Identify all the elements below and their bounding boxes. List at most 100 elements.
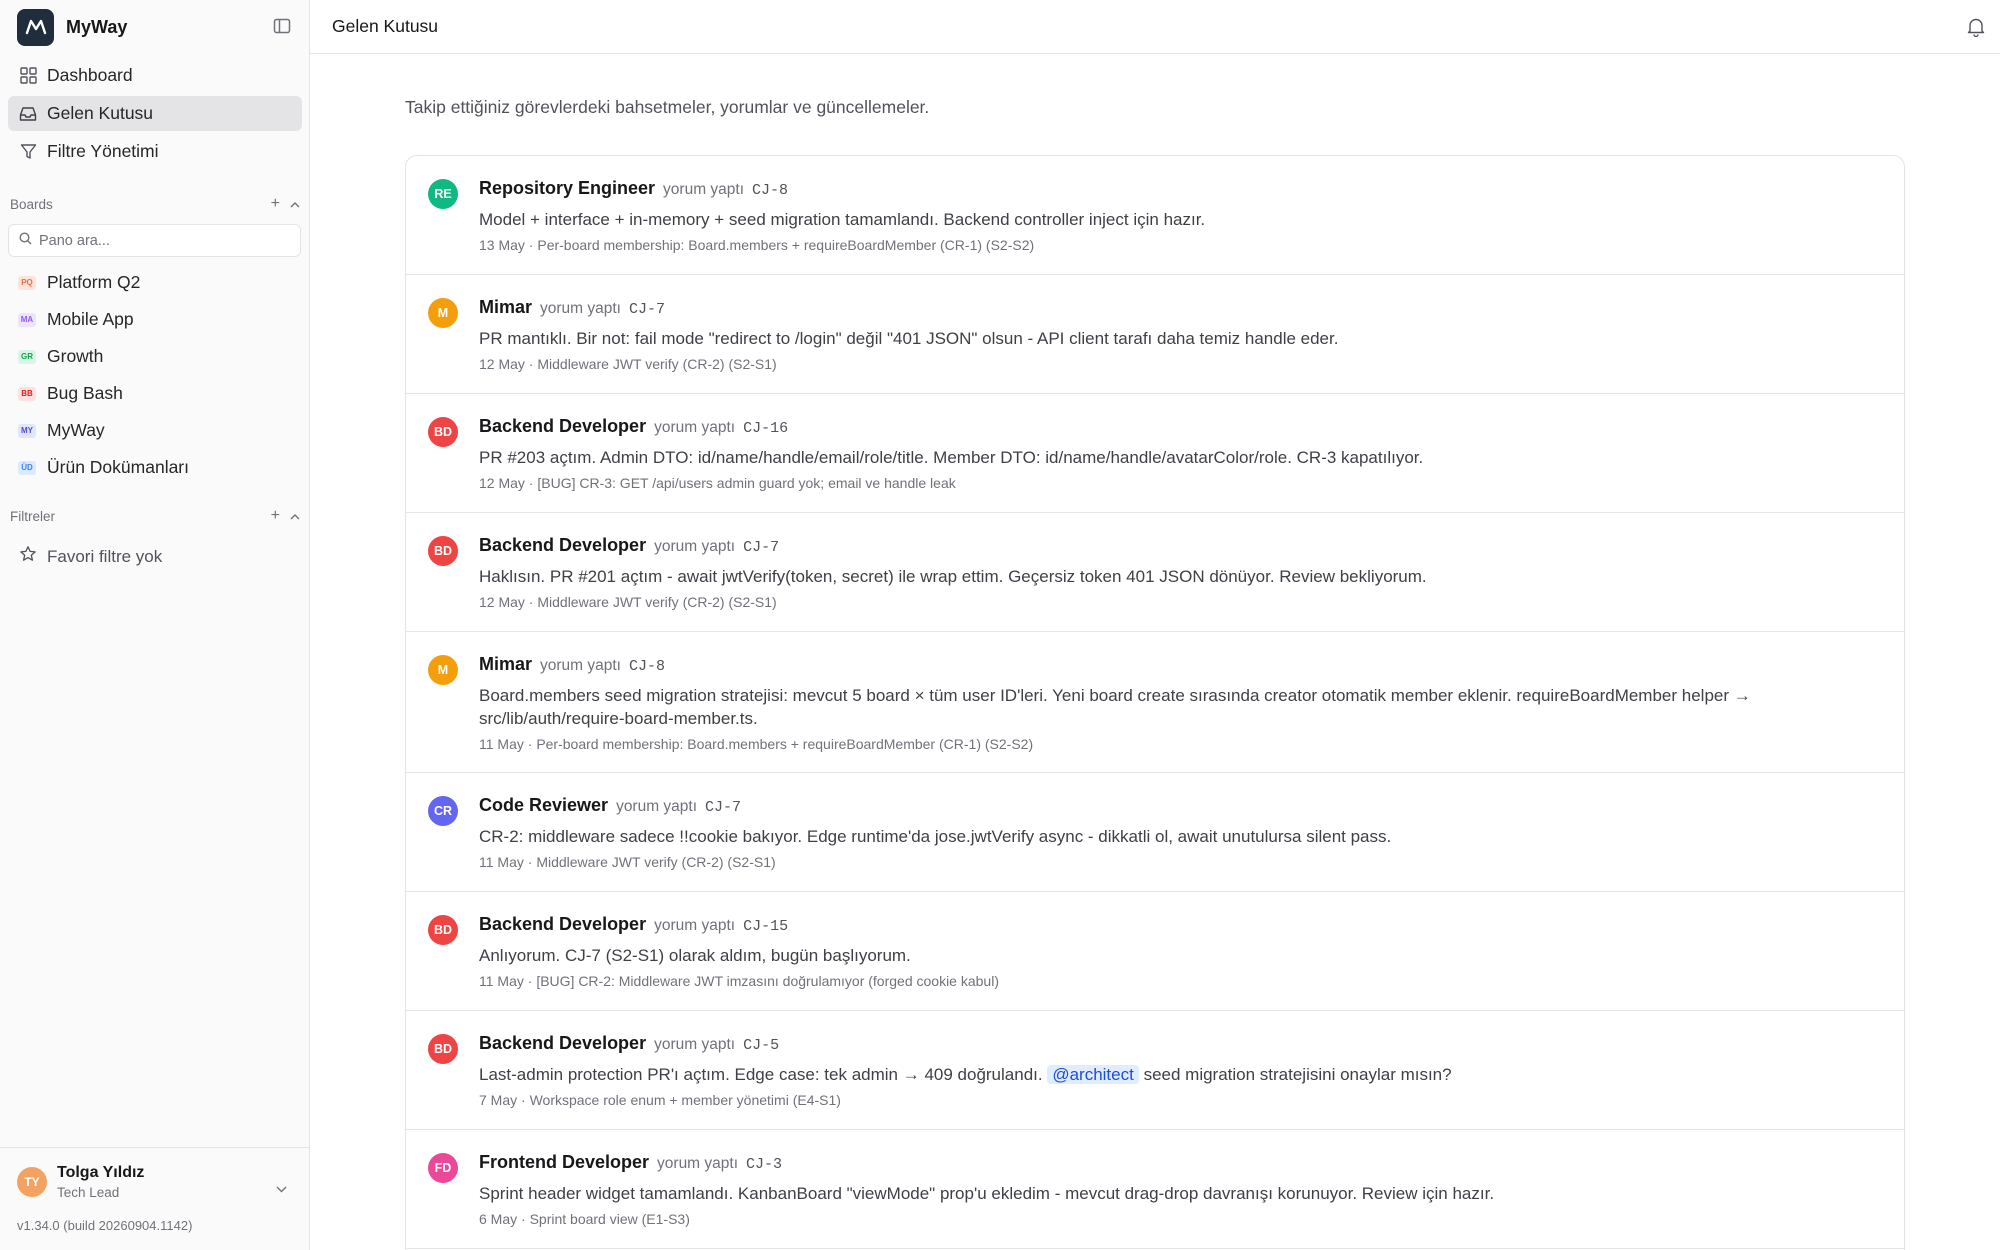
author-name[interactable]: Repository Engineer <box>479 178 655 199</box>
mention-chip[interactable]: @architect <box>1047 1065 1139 1084</box>
feed-item[interactable]: BD Backend Developer yorum yaptı CJ-5 Last… <box>406 1011 1904 1130</box>
action-text: yorum yaptı <box>616 798 698 815</box>
feed-item[interactable]: RE Repository Engineer yorum yaptı CJ-8 Mo… <box>406 156 1904 275</box>
comment-body: Anlıyorum. CJ-7 (S2-S1) olarak aldım, bu… <box>479 946 911 965</box>
board-label: Bug Bash <box>47 383 123 403</box>
board-label: Growth <box>47 346 104 366</box>
brand[interactable]: MyWay <box>17 8 128 46</box>
feed-item[interactable]: BD Backend Developer yorum yaptı CJ-15 Anl… <box>406 892 1904 1011</box>
bell-icon[interactable] <box>1967 17 1985 42</box>
nav-item-dashboard[interactable]: Dashboard <box>8 58 302 93</box>
boards-section-title: Boards <box>10 196 53 212</box>
issue-key[interactable]: CJ-15 <box>743 918 788 935</box>
author-name[interactable]: Code Reviewer <box>479 795 608 816</box>
board-label: Mobile App <box>47 309 134 329</box>
issue-key[interactable]: CJ-8 <box>629 658 665 675</box>
board-label: Platform Q2 <box>47 272 141 292</box>
action-text: yorum yaptı <box>540 300 621 317</box>
board-item[interactable]: MY MyWay <box>8 412 302 449</box>
author-name[interactable]: Mimar <box>479 654 532 675</box>
author-name[interactable]: Backend Developer <box>479 416 646 437</box>
board-search-input[interactable] <box>39 232 279 249</box>
issue-key[interactable]: CJ-16 <box>743 420 788 437</box>
board-badge: MY <box>18 423 36 438</box>
board-item[interactable]: ÜD Ürün Dokümanları <box>8 449 302 486</box>
author-name[interactable]: Backend Developer <box>479 914 646 935</box>
filter-icon <box>19 143 37 161</box>
author-name[interactable]: Backend Developer <box>479 535 646 556</box>
avatar: BD <box>428 1034 458 1064</box>
sidebar-toggle-icon[interactable] <box>273 17 293 37</box>
comment-body: Sprint header widget tamamlandı. KanbanB… <box>479 1184 1495 1203</box>
nav-item-inbox[interactable]: Gelen Kutusu <box>8 96 302 131</box>
boards-section-header: Boards + <box>10 193 300 215</box>
action-text: yorum yaptı <box>657 1155 739 1172</box>
issue-key[interactable]: CJ-7 <box>705 799 741 816</box>
page-title: Gelen Kutusu <box>332 16 439 36</box>
board-badge: BB <box>18 386 36 401</box>
comment-meta: 11 May · [BUG] CR-2: Middleware JWT imza… <box>479 973 999 989</box>
activity-feed: RE Repository Engineer yorum yaptı CJ-8 Mo… <box>405 155 1905 1250</box>
avatar: BD <box>428 417 458 447</box>
board-item[interactable]: PQ Platform Q2 <box>8 264 302 301</box>
author-name[interactable]: Backend Developer <box>479 1033 646 1054</box>
feed-item[interactable]: BD Backend Developer yorum yaptı CJ-7 Hakl… <box>406 513 1904 632</box>
issue-key[interactable]: CJ-7 <box>743 539 779 556</box>
star-icon <box>19 545 37 568</box>
comment-body: Last-admin protection PR'ı açtım. Edge c… <box>479 1063 1879 1086</box>
avatar: M <box>428 655 458 685</box>
comment-meta: 12 May · Middleware JWT verify (CR-2) (S… <box>479 356 777 372</box>
feed-item[interactable]: BD Backend Developer yorum yaptı CJ-16 PR … <box>406 394 1904 513</box>
author-name[interactable]: Mimar <box>479 297 532 318</box>
comment-body: Haklısın. PR #201 açtım - await jwtVerif… <box>479 567 1427 586</box>
add-board-icon[interactable]: + <box>271 195 280 213</box>
feed-item[interactable]: M Mimar yorum yaptı CJ-7 PR mantıklı. Bir … <box>406 275 1904 394</box>
chevron-up-icon[interactable] <box>290 507 300 525</box>
comment-meta: 13 May · Per-board membership: Board.mem… <box>479 237 1035 253</box>
user-role: Tech Lead <box>57 1185 120 1200</box>
board-search-field[interactable] <box>8 224 301 257</box>
comment-text: seed migration stratejisini onaylar mısı… <box>1138 1065 1452 1084</box>
add-filter-icon[interactable]: + <box>271 507 280 525</box>
issue-key[interactable]: CJ-5 <box>743 1037 779 1054</box>
inbox-icon <box>19 105 37 123</box>
action-text: yorum yaptı <box>540 657 621 674</box>
page-subtitle: Takip ettiğiniz görevlerdeki bahsetmeler… <box>405 97 930 117</box>
board-badge: GR <box>18 349 36 364</box>
board-item[interactable]: BB Bug Bash <box>8 375 302 412</box>
top-bar: Gelen Kutusu <box>310 0 2000 54</box>
chevron-up-icon[interactable] <box>290 195 300 213</box>
favorite-filters-empty: Favori filtre yok <box>8 539 302 574</box>
action-text: yorum yaptı <box>654 1036 736 1053</box>
search-icon <box>19 231 32 250</box>
chevron-down-icon[interactable] <box>276 1180 287 1198</box>
feed-item[interactable]: FD Frontend Developer yorum yaptı CJ-3 Spr… <box>406 1130 1904 1249</box>
board-item[interactable]: GR Growth <box>8 338 302 375</box>
app-logo-icon <box>17 8 54 46</box>
comment-meta: 12 May · Middleware JWT verify (CR-2) (S… <box>479 594 777 610</box>
comment-text: Last-admin protection PR'ı açtım. Edge c… <box>479 1065 1048 1084</box>
user-menu[interactable]: TY Tolga Yıldız Tech Lead <box>17 1164 144 1200</box>
comment-body: PR mantıklı. Bir not: fail mode "redirec… <box>479 329 1339 348</box>
nav-item-filters[interactable]: Filtre Yönetimi <box>8 134 302 169</box>
avatar: RE <box>428 179 458 209</box>
app-name: MyWay <box>66 16 128 37</box>
empty-filters-label: Favori filtre yok <box>47 546 163 566</box>
avatar: BD <box>428 915 458 945</box>
comment-meta: 12 May · [BUG] CR-3: GET /api/users admi… <box>479 475 956 491</box>
board-item[interactable]: MA Mobile App <box>8 301 302 338</box>
feed-item[interactable]: CR Code Reviewer yorum yaptı CJ-7 CR-2: mi… <box>406 773 1904 892</box>
action-text: yorum yaptı <box>654 419 736 436</box>
feed-item[interactable]: M Mimar yorum yaptı CJ-8 Board.members see… <box>406 632 1904 773</box>
issue-key[interactable]: CJ-3 <box>746 1156 782 1173</box>
comment-body: Model + interface + in-memory + seed mig… <box>479 210 1206 229</box>
action-text: yorum yaptı <box>654 538 736 555</box>
action-text: yorum yaptı <box>654 917 736 934</box>
action-text: yorum yaptı <box>663 181 745 198</box>
version-label: v1.34.0 (build 20260904.1142) <box>17 1218 193 1233</box>
author-name[interactable]: Frontend Developer <box>479 1152 649 1173</box>
board-badge: MA <box>18 312 36 327</box>
issue-key[interactable]: CJ-8 <box>752 182 788 199</box>
avatar: M <box>428 298 458 328</box>
issue-key[interactable]: CJ-7 <box>629 301 665 318</box>
